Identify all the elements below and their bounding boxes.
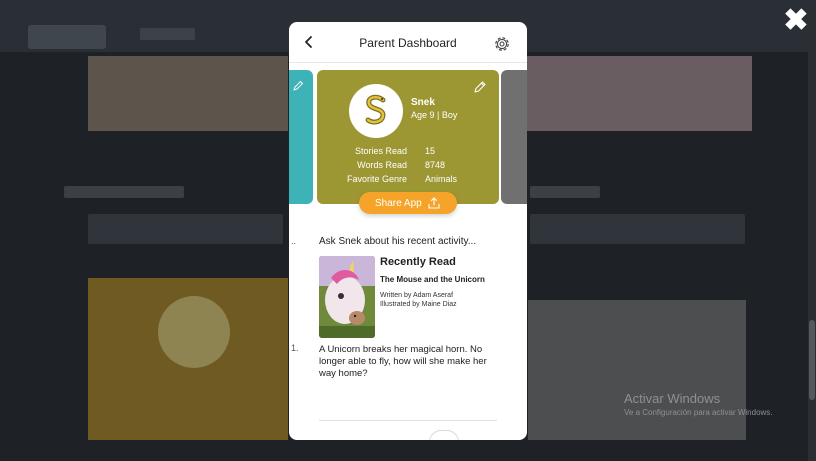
avatar xyxy=(349,84,403,138)
share-app-label: Share App xyxy=(375,198,422,209)
book-description: A Unicorn breaks her magical horn. No lo… xyxy=(319,344,487,379)
background-banner-left xyxy=(88,56,288,131)
stat-label: Words Read xyxy=(357,160,407,170)
modal-header: Parent Dashboard xyxy=(289,22,527,63)
background-text-left xyxy=(88,214,283,244)
background-section-title-right xyxy=(530,186,600,198)
parent-dashboard-modal: Parent Dashboard Snek Age 9 | Boy Storie… xyxy=(289,22,527,440)
book-cover-image[interactable] xyxy=(319,256,375,338)
background-section-title xyxy=(64,186,184,198)
background-logo xyxy=(28,25,106,49)
recently-read-heading: Recently Read xyxy=(380,256,456,268)
ask-prompt: Ask Snek about his recent activity... xyxy=(319,236,477,247)
stat-label: Favorite Genre xyxy=(346,174,407,184)
watermark-title: Activar Windows xyxy=(624,391,721,406)
background-card-right xyxy=(528,300,746,440)
previous-panel-text-edge: .. xyxy=(291,236,297,246)
background-nav-item xyxy=(140,28,195,40)
share-upload-icon xyxy=(427,196,441,210)
next-section-edge xyxy=(429,430,459,440)
child-age-gender: Age 9 | Boy xyxy=(411,110,458,120)
pencil-icon xyxy=(292,79,304,91)
section-divider xyxy=(319,420,497,421)
stat-value: 8748 xyxy=(425,160,446,170)
gear-icon[interactable] xyxy=(492,34,512,54)
stat-value: 15 xyxy=(425,146,436,156)
child-name: Snek xyxy=(411,97,435,108)
book-title[interactable]: The Mouse and the Unicorn xyxy=(380,275,485,284)
book-illustrator: Illustrated by Maine Diaz xyxy=(380,301,457,308)
background-banner-right xyxy=(520,56,752,131)
stat-value: Animals xyxy=(425,174,458,184)
share-app-button[interactable]: Share App xyxy=(359,192,457,214)
background-card-circle xyxy=(158,296,230,368)
next-profile-card[interactable] xyxy=(501,70,527,204)
book-author: Written by Adam Aseraf xyxy=(380,292,454,299)
stat-row-stories-read: Stories Read 15 xyxy=(317,146,499,158)
child-profile-carousel[interactable]: Snek Age 9 | Boy Stories Read 15 Words R… xyxy=(289,70,527,206)
snake-icon xyxy=(365,94,386,125)
close-x-icon[interactable]: ✖ xyxy=(783,6,809,36)
stat-row-favorite-genre: Favorite Genre Animals xyxy=(317,174,499,186)
background-scrollbar-thumb xyxy=(809,320,815,400)
watermark-subtitle: Ve a Configuración para activar Windows. xyxy=(624,408,773,417)
stat-row-words-read: Words Read 8748 xyxy=(317,160,499,172)
previous-profile-card[interactable] xyxy=(289,70,313,204)
stat-label: Stories Read xyxy=(354,146,407,156)
previous-panel-text-edge: 1. xyxy=(291,343,299,353)
profile-card: Snek Age 9 | Boy Stories Read 15 Words R… xyxy=(317,70,499,204)
windows-activation-watermark: Activar Windows Ve a Configuración para … xyxy=(624,391,773,417)
pencil-icon[interactable] xyxy=(473,80,487,94)
background-text-right xyxy=(530,214,745,244)
